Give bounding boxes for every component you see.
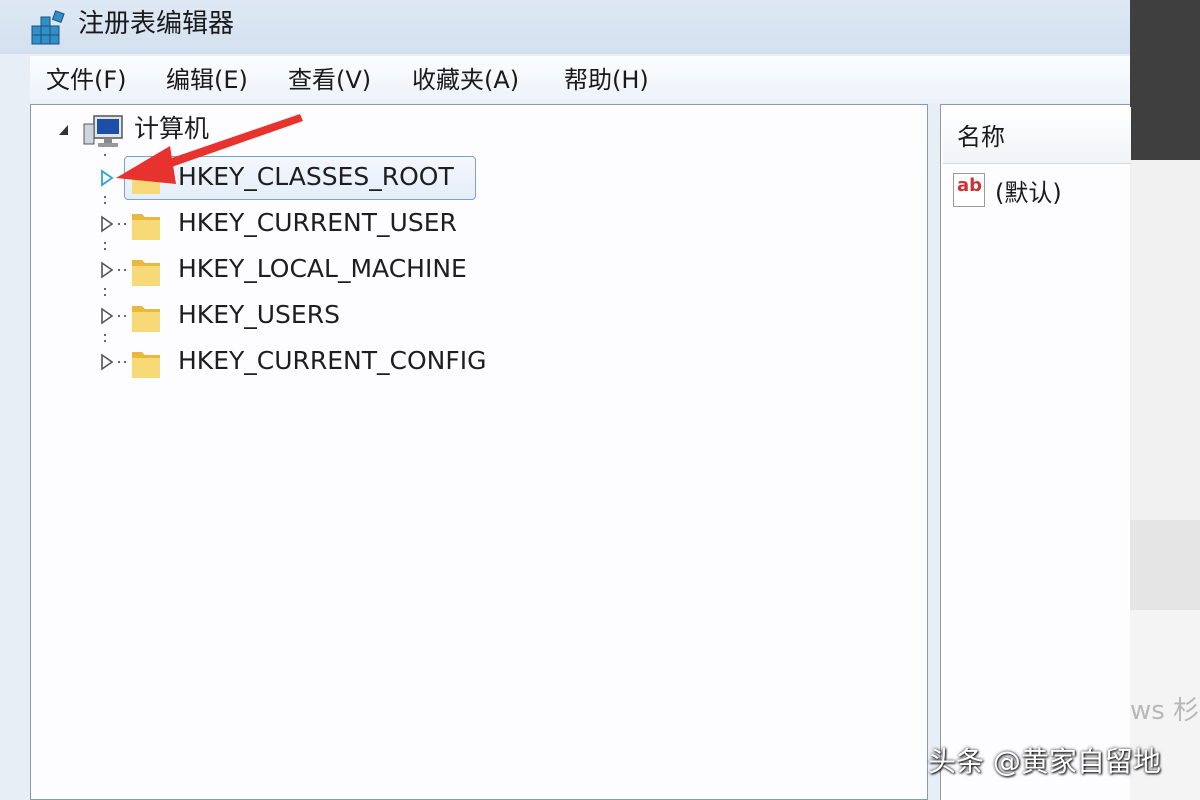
background-window-panel — [1130, 160, 1200, 520]
menu-view[interactable]: 查看(V) — [288, 63, 371, 97]
menu-edit[interactable]: 编辑(E) — [166, 63, 248, 97]
expand-triangle-icon[interactable] — [100, 169, 114, 187]
background-window-panel-2 — [1130, 520, 1200, 610]
tree-root-computer[interactable]: 计算机 — [134, 112, 209, 146]
column-header-label: 名称 — [957, 123, 1005, 151]
tree-key-users[interactable]: HKEY_USERS — [178, 298, 340, 332]
key-tree-pane[interactable] — [30, 104, 928, 800]
expand-triangle-icon[interactable] — [100, 353, 114, 371]
tree-key-local-machine[interactable]: HKEY_LOCAL_MACHINE — [178, 252, 467, 286]
menu-help[interactable]: 帮助(H) — [564, 63, 649, 97]
folder-icon — [132, 260, 160, 286]
tree-key-classes-root[interactable]: HKEY_CLASSES_ROOT — [178, 160, 454, 194]
column-header-name[interactable]: 名称 — [943, 107, 1131, 164]
collapse-triangle-icon[interactable] — [56, 121, 70, 139]
expand-triangle-icon[interactable] — [100, 307, 114, 325]
menu-file[interactable]: 文件(F) — [46, 63, 127, 97]
regedit-app-icon — [31, 10, 65, 45]
folder-icon — [132, 168, 160, 194]
watermark-text: 头条 @黄家自留地 — [928, 745, 1161, 778]
tree-branch-dots — [118, 361, 126, 363]
menu-bar: 文件(F) 编辑(E) 查看(V) 收藏夹(A) 帮助(H) — [30, 56, 1130, 103]
folder-icon — [132, 214, 160, 240]
value-name: (默认) — [995, 179, 1062, 207]
computer-icon — [83, 115, 123, 147]
value-row-default[interactable]: ab (默认) — [953, 171, 1129, 211]
menu-favorites[interactable]: 收藏夹(A) — [412, 63, 519, 97]
registry-editor-window: 注册表编辑器 文件(F) 编辑(E) 查看(V) 收藏夹(A) 帮助(H) 计算… — [0, 0, 1131, 800]
desktop-background-right: ws 杉 — [1130, 0, 1200, 800]
ab-string-icon: ab — [953, 173, 985, 207]
background-text-fragment: ws 杉 — [1130, 696, 1200, 726]
tree-key-current-config[interactable]: HKEY_CURRENT_CONFIG — [178, 344, 486, 378]
window-title: 注册表编辑器 — [78, 9, 235, 39]
tree-key-current-user[interactable]: HKEY_CURRENT_USER — [178, 206, 457, 240]
folder-icon — [132, 306, 160, 332]
tree-branch-dots — [118, 315, 126, 317]
tree-branch-dots — [118, 269, 126, 271]
title-bar[interactable]: 注册表编辑器 — [0, 0, 1130, 54]
values-pane[interactable]: 名称 ab (默认) — [940, 104, 1131, 800]
tree-branch-dots — [118, 223, 126, 225]
expand-triangle-icon[interactable] — [100, 261, 114, 279]
folder-icon — [132, 352, 160, 378]
expand-triangle-icon[interactable] — [100, 215, 114, 233]
